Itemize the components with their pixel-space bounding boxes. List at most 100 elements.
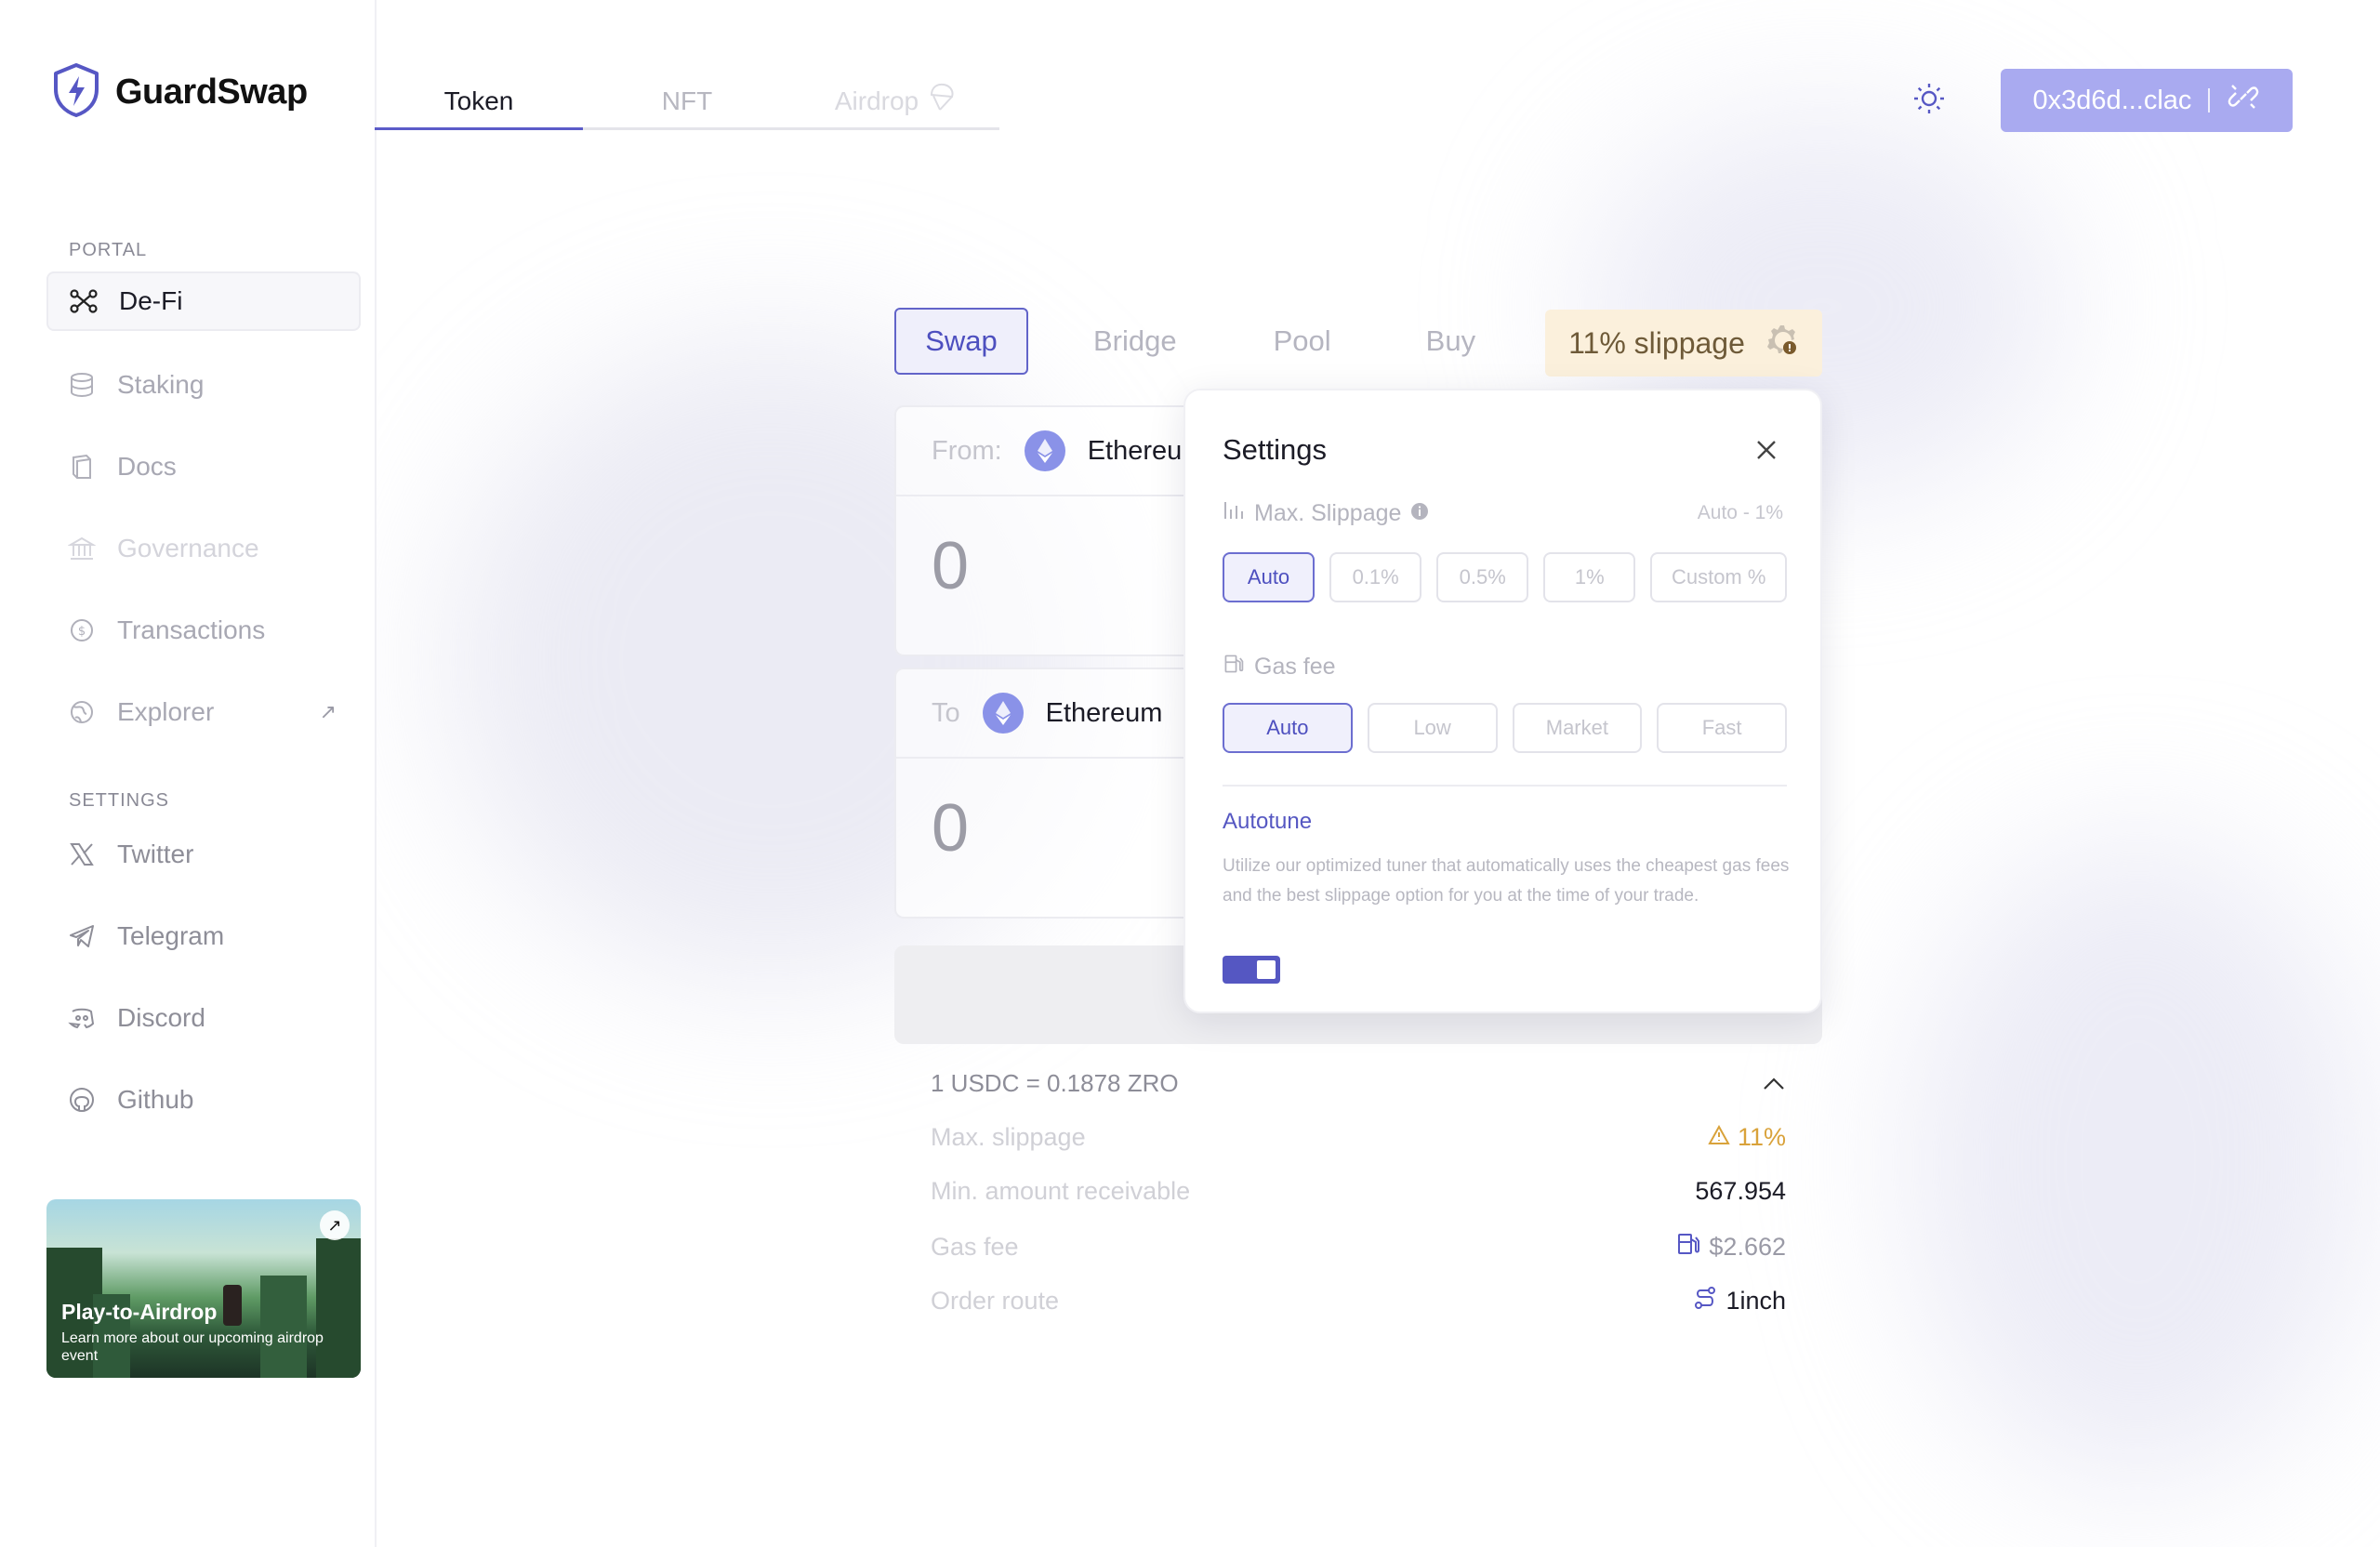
detail-value: 1inch <box>1692 1285 1786 1317</box>
settings-title: Settings <box>1223 433 1328 466</box>
to-amount-output: 0 <box>932 791 970 866</box>
promo-card-airdrop[interactable]: ↗ Play-to-Airdrop Learn more about our u… <box>46 1199 361 1378</box>
fuel-icon <box>1223 653 1245 681</box>
option-label: Auto <box>1266 716 1309 739</box>
chevron-up-icon[interactable] <box>1762 1069 1786 1098</box>
subtab-label: Buy <box>1425 324 1476 357</box>
autotune-description: Utilize our optimized tuner that automat… <box>1223 856 1790 906</box>
autotune-title: Autotune <box>1223 809 1313 834</box>
gas-option-market[interactable]: Market <box>1512 703 1643 753</box>
sidebar-item-discord[interactable]: Discord <box>46 988 361 1048</box>
sun-icon <box>1911 81 1947 121</box>
detail-row-order-route: Order route 1inch <box>931 1285 1786 1317</box>
top-tabs: Token NFT Airdrop <box>375 74 999 130</box>
database-icon <box>67 370 97 400</box>
option-label: Low <box>1413 716 1451 739</box>
from-label: From: <box>932 435 1002 466</box>
from-amount-input[interactable]: 0 <box>932 528 969 604</box>
ethereum-icon <box>1024 430 1065 471</box>
app-logo[interactable]: GuardSwap <box>50 61 308 124</box>
subtab-label: Bridge <box>1093 324 1177 357</box>
github-icon <box>67 1085 97 1115</box>
bar-chart-icon <box>1223 500 1245 527</box>
coin-icon: $ <box>67 615 97 645</box>
tab-nft[interactable]: NFT <box>583 74 791 130</box>
sidebar-item-github[interactable]: Github <box>46 1070 361 1130</box>
tab-label: Airdrop <box>834 86 919 115</box>
detail-value-text: $2.662 <box>1709 1233 1786 1261</box>
subtab-label: Pool <box>1273 324 1331 357</box>
settings-popover: Settings Max. Slippage Auto - 1% Auto 0.… <box>1183 389 1822 1013</box>
detail-row-max-slippage: Max. slippage 11% <box>931 1123 1786 1152</box>
detail-value: 567.954 <box>1695 1177 1786 1206</box>
sidebar-item-label: Discord <box>117 1003 205 1032</box>
toggle-knob <box>1257 960 1276 979</box>
theme-toggle-button[interactable] <box>1911 82 1948 119</box>
subtab-bridge[interactable]: Bridge <box>1093 308 1177 375</box>
sidebar-item-label: Transactions <box>117 615 266 644</box>
sidebar-item-telegram[interactable]: Telegram <box>46 906 361 966</box>
slippage-option-auto[interactable]: Auto <box>1223 552 1316 602</box>
promo-subtitle: Learn more about our upcoming airdrop ev… <box>61 1330 324 1364</box>
option-label: Auto <box>1247 565 1290 588</box>
sidebar-item-explorer[interactable]: Explorer ↗ <box>46 682 361 742</box>
exchange-rate: 1 USDC = 0.1878 ZRO <box>931 1069 1179 1097</box>
option-label: Market <box>1545 716 1608 739</box>
subtab-swap[interactable]: Swap <box>894 308 1028 375</box>
max-slippage-label: Max. Slippage <box>1223 500 1429 527</box>
ethereum-icon <box>982 693 1024 734</box>
discord-icon <box>67 1003 97 1033</box>
swap-subtabs: Swap Bridge Pool Buy <box>894 308 1475 375</box>
detail-key: Min. amount receivable <box>931 1177 1191 1205</box>
tab-token[interactable]: Token <box>375 74 583 130</box>
option-label: 1% <box>1574 565 1605 588</box>
sidebar-item-label: Governance <box>117 534 259 562</box>
max-slippage-text: Max. Slippage <box>1254 500 1402 526</box>
slippage-option-custom[interactable]: Custom % <box>1650 552 1788 602</box>
detail-value-text: 11% <box>1737 1123 1786 1151</box>
tab-airdrop[interactable]: Airdrop <box>791 74 999 130</box>
wallet-button[interactable]: 0x3d6d...clac <box>2001 69 2293 132</box>
gas-options: Auto Low Market Fast <box>1223 703 1787 753</box>
external-link-icon: ↗ <box>319 700 337 723</box>
gear-warning-icon <box>1765 323 1799 364</box>
x-logo-icon <box>67 840 97 869</box>
info-icon[interactable] <box>1410 500 1429 527</box>
slippage-option-1[interactable]: 1% <box>1543 552 1636 602</box>
external-link-icon[interactable]: ↗ <box>320 1210 350 1240</box>
subtab-label: Swap <box>925 324 998 357</box>
gas-fee-label: Gas fee <box>1223 653 1336 681</box>
autotune-toggle[interactable] <box>1223 956 1280 984</box>
subtab-buy[interactable]: Buy <box>1426 308 1475 375</box>
gas-option-low[interactable]: Low <box>1367 703 1498 753</box>
slippage-option-0-5[interactable]: 0.5% <box>1436 552 1529 602</box>
sidebar-item-defi[interactable]: De-Fi <box>46 271 361 331</box>
gas-fee-text: Gas fee <box>1254 654 1336 680</box>
rate-row[interactable]: 1 USDC = 0.1878 ZRO <box>931 1069 1786 1098</box>
to-token-selector[interactable]: Ethereum <box>1046 698 1163 729</box>
sidebar-item-label: De-Fi <box>119 286 183 315</box>
sidebar-item-docs[interactable]: Docs <box>46 437 361 496</box>
app-name: GuardSwap <box>115 73 308 112</box>
sidebar-item-governance[interactable]: Governance <box>46 519 361 578</box>
slippage-settings-button[interactable]: 11% slippage <box>1545 310 1822 377</box>
gas-option-fast[interactable]: Fast <box>1657 703 1787 753</box>
gas-option-auto[interactable]: Auto <box>1223 703 1353 753</box>
sidebar-item-label: Telegram <box>117 921 225 950</box>
detail-key: Gas fee <box>931 1233 1019 1261</box>
tab-label: Token <box>443 86 514 115</box>
slippage-badge-label: 11% slippage <box>1568 325 1745 360</box>
book-icon <box>67 452 97 482</box>
detail-value-text: 1inch <box>1726 1287 1786 1315</box>
subtab-pool[interactable]: Pool <box>1274 308 1331 375</box>
promo-character-image <box>223 1285 242 1326</box>
promo-title: Play-to-Airdrop <box>61 1300 218 1324</box>
divider <box>1223 785 1787 787</box>
sidebar-item-staking[interactable]: Staking <box>46 355 361 415</box>
sidebar-item-twitter[interactable]: Twitter <box>46 825 361 884</box>
unlink-icon[interactable] <box>2227 80 2260 121</box>
slippage-option-0-1[interactable]: 0.1% <box>1329 552 1422 602</box>
shield-bolt-icon <box>50 61 102 124</box>
close-icon[interactable] <box>1753 437 1779 463</box>
sidebar-item-transactions[interactable]: $ Transactions <box>46 601 361 660</box>
